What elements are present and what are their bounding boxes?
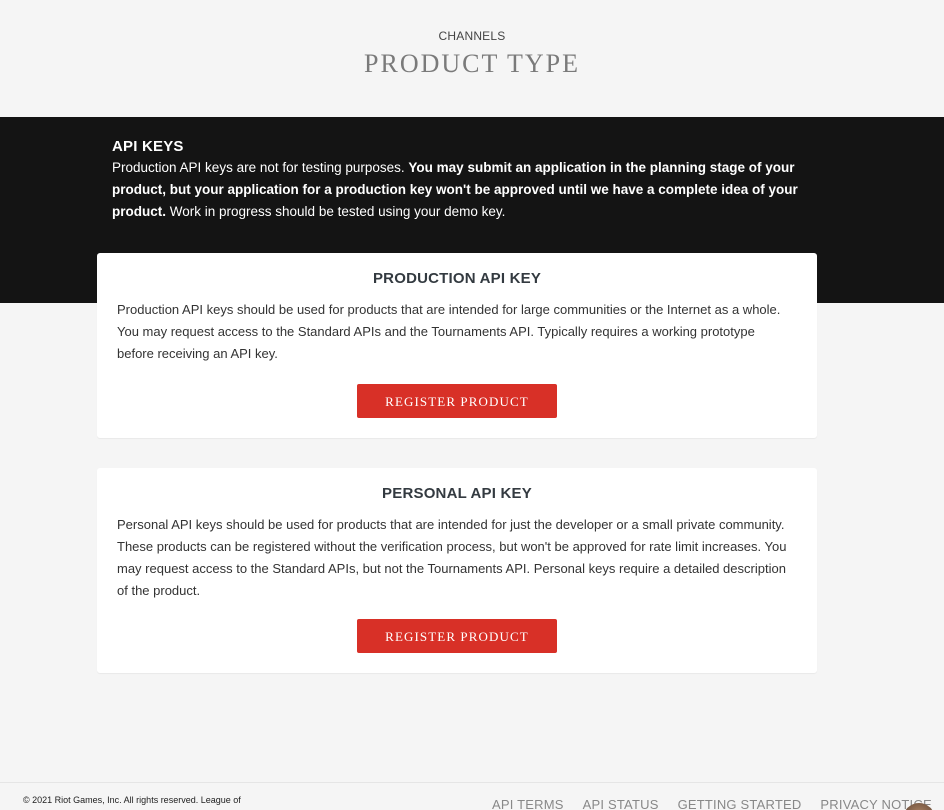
api-keys-text-2: Work in progress should be tested using … bbox=[166, 204, 506, 219]
card-description: Production API keys should be used for p… bbox=[117, 302, 781, 361]
page-header: CHANNELS PRODUCT TYPE bbox=[0, 0, 944, 117]
card-description: Personal API keys should be used for pro… bbox=[117, 517, 787, 598]
card-title: PERSONAL API KEY bbox=[382, 485, 532, 502]
card-title: PRODUCTION API KEY bbox=[372, 270, 542, 287]
page-title: PRODUCT TYPE bbox=[364, 49, 580, 78]
production-api-key-card: PRODUCTION API KEY Production API keys s… bbox=[97, 253, 817, 438]
api-keys-text-1: Production API keys are not for testing … bbox=[112, 160, 409, 175]
footer-link-getting-started[interactable]: GETTING STARTED bbox=[678, 797, 802, 810]
page: CHANNELS PRODUCT TYPE API KEYS Productio… bbox=[0, 0, 944, 810]
api-keys-heading: API KEYS bbox=[112, 138, 184, 155]
register-product-button[interactable]: REGISTER PRODUCT bbox=[357, 619, 557, 653]
footer-link-api-terms[interactable]: API TERMS bbox=[492, 797, 564, 810]
footer-links: API TERMS API STATUS GETTING STARTED PRI… bbox=[492, 797, 932, 810]
breadcrumb[interactable]: CHANNELS bbox=[0, 29, 944, 43]
personal-api-key-card: PERSONAL API KEY Personal API keys shoul… bbox=[97, 468, 817, 673]
footer-link-api-status[interactable]: API STATUS bbox=[583, 797, 659, 810]
api-keys-description: Production API keys are not for testing … bbox=[112, 157, 847, 223]
copyright-text: © 2021 Riot Games, Inc. All rights reser… bbox=[23, 795, 241, 805]
footer: © 2021 Riot Games, Inc. All rights reser… bbox=[0, 782, 944, 810]
register-product-button[interactable]: REGISTER PRODUCT bbox=[357, 384, 557, 418]
